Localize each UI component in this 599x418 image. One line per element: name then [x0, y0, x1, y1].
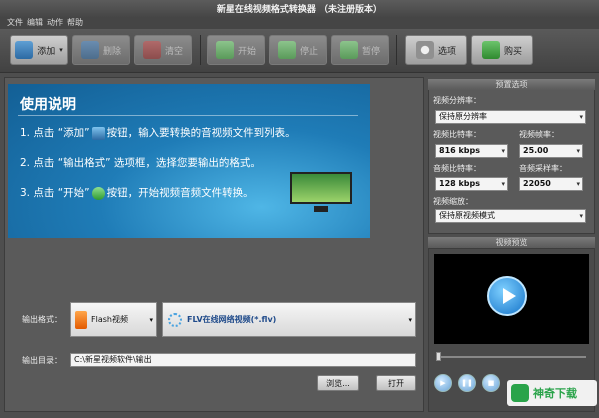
toolbar-divider	[396, 35, 397, 65]
video-bitrate-label: 视频比特率：	[433, 130, 481, 139]
resolution-value: 保持原分辨率	[439, 112, 487, 121]
instructions-title: 使用说明	[20, 97, 76, 113]
add-icon	[91, 126, 105, 140]
watermark-text: 神奇下载	[533, 387, 577, 400]
options-button[interactable]: 选项	[405, 35, 467, 65]
delete-button[interactable]: 删除	[72, 35, 130, 65]
clear-icon	[142, 41, 161, 59]
audio-bitrate-value: 128 kbps	[439, 179, 481, 188]
scale-label: 视频缩放：	[433, 197, 473, 206]
seek-handle[interactable]	[436, 352, 441, 361]
scale-select[interactable]: 保持原视频模式 ▾	[435, 209, 586, 223]
samplerate-select[interactable]: 22050 ▾	[519, 177, 583, 191]
instruction-step-2: 2. 点击 “输出格式” 选项框，选择您要输出的格式。	[20, 157, 261, 169]
start-label: 开始	[237, 46, 256, 57]
watermark: 神奇下载	[507, 380, 597, 406]
stop-label: 停止	[299, 46, 318, 57]
video-bitrate-value: 816 kbps	[439, 146, 481, 155]
play-control-button[interactable]: ▶	[434, 374, 452, 392]
buy-icon	[481, 41, 500, 59]
chevron-down-icon: ▾	[576, 180, 580, 188]
monitor-illustration	[290, 172, 352, 204]
play-icon[interactable]	[487, 276, 527, 316]
divider	[18, 115, 358, 116]
samplerate-value: 22050	[523, 179, 551, 188]
browse-button[interactable]: 浏览...	[317, 375, 359, 391]
output-format-label: 输出格式：	[22, 315, 62, 324]
resolution-select[interactable]: 保持原分辨率 ▾	[435, 110, 586, 124]
menu-file[interactable]: 文件	[7, 17, 23, 29]
menu-bar: 文件 编辑 动作 帮助	[0, 17, 599, 29]
add-label: 添加	[37, 46, 56, 57]
step-3-text-a: 3. 点击 “开始”	[20, 187, 90, 199]
format-icon	[168, 312, 182, 327]
options-icon	[415, 41, 434, 59]
title-bar: 新星在线视频格式转换器 （未注册版本）	[0, 0, 599, 17]
step-1-text-a: 1. 点击 “添加”	[20, 127, 90, 139]
pause-label: 暂停	[361, 46, 380, 57]
watermark-logo-icon	[511, 384, 529, 402]
menu-edit[interactable]: 编辑	[27, 17, 43, 29]
format-select[interactable]: FLV在线网络视频(*.flv) ▾	[162, 302, 416, 337]
resolution-label: 视频分辨率：	[433, 96, 481, 105]
stop-control-button[interactable]: ■	[482, 374, 500, 392]
format-category-value: Flash视频	[91, 315, 128, 324]
preset-header: 预置选项	[428, 79, 595, 90]
instruction-step-3: 3. 点击 “开始” 按钮，开始视频音频文件转换。	[20, 185, 254, 200]
clear-button[interactable]: 清空	[134, 35, 192, 65]
start-icon	[215, 41, 234, 59]
video-bitrate-select[interactable]: 816 kbps ▾	[435, 144, 508, 158]
chevron-down-icon: ▾	[501, 147, 505, 155]
framerate-value: 25.00	[523, 146, 549, 155]
step-1-text-b: 按钮，输入要转换的音视频文件到列表。	[106, 127, 296, 139]
instructions-banner: 使用说明 1. 点击 “添加” 按钮，输入要转换的音视频文件到列表。 2. 点击 …	[8, 84, 370, 238]
pause-icon	[339, 41, 358, 59]
monitor-stand	[314, 206, 328, 212]
flash-icon	[75, 310, 87, 329]
options-label: 选项	[437, 46, 456, 57]
chevron-down-icon: ▾	[408, 315, 412, 324]
chevron-down-icon: ▾	[579, 212, 583, 220]
buy-label: 购买	[503, 46, 522, 57]
delete-icon	[80, 41, 99, 59]
preview-header: 视频预览	[428, 237, 595, 248]
chevron-down-icon[interactable]: ▾	[59, 46, 63, 54]
instruction-step-1: 1. 点击 “添加” 按钮，输入要转换的音视频文件到列表。	[20, 125, 296, 140]
start-icon	[91, 186, 105, 200]
menu-help[interactable]: 帮助	[67, 17, 83, 29]
chevron-down-icon: ▾	[579, 113, 583, 121]
framerate-select[interactable]: 25.00 ▾	[519, 144, 583, 158]
stop-icon	[277, 41, 296, 59]
output-dir-input[interactable]: C:\新星视频软件\输出	[70, 353, 416, 367]
menu-action[interactable]: 动作	[47, 17, 63, 29]
pause-button[interactable]: 暂停	[331, 35, 389, 65]
chevron-down-icon: ▾	[501, 180, 505, 188]
stop-button[interactable]: 停止	[269, 35, 327, 65]
chevron-down-icon: ▾	[149, 315, 153, 324]
seek-track[interactable]	[436, 356, 586, 358]
delete-label: 删除	[102, 46, 121, 57]
output-dir-label: 输出目录：	[22, 356, 62, 365]
start-button[interactable]: 开始	[207, 35, 265, 65]
pause-control-button[interactable]: ❚❚	[458, 374, 476, 392]
samplerate-label: 音频采样率：	[519, 164, 567, 173]
format-value: FLV在线网络视频(*.flv)	[187, 315, 277, 324]
framerate-label: 视频帧率：	[519, 130, 559, 139]
scale-value: 保持原视频模式	[439, 211, 495, 220]
open-button[interactable]: 打开	[376, 375, 416, 391]
buy-button[interactable]: 购买	[471, 35, 533, 65]
step-3-text-b: 按钮，开始视频音频文件转换。	[106, 187, 254, 199]
add-button[interactable]: 添加 ▾	[10, 35, 68, 65]
toolbar-divider	[200, 35, 201, 65]
add-icon	[15, 41, 34, 59]
audio-bitrate-select[interactable]: 128 kbps ▾	[435, 177, 508, 191]
clear-label: 清空	[164, 46, 183, 57]
window-title: 新星在线视频格式转换器 （未注册版本）	[216, 5, 383, 15]
audio-bitrate-label: 音频比特率：	[433, 164, 481, 173]
format-category-select[interactable]: Flash视频 ▾	[70, 302, 157, 337]
toolbar: 添加 ▾ 删除 清空 开始 停止 暂停 选项 购买	[0, 29, 599, 73]
chevron-down-icon: ▾	[576, 147, 580, 155]
